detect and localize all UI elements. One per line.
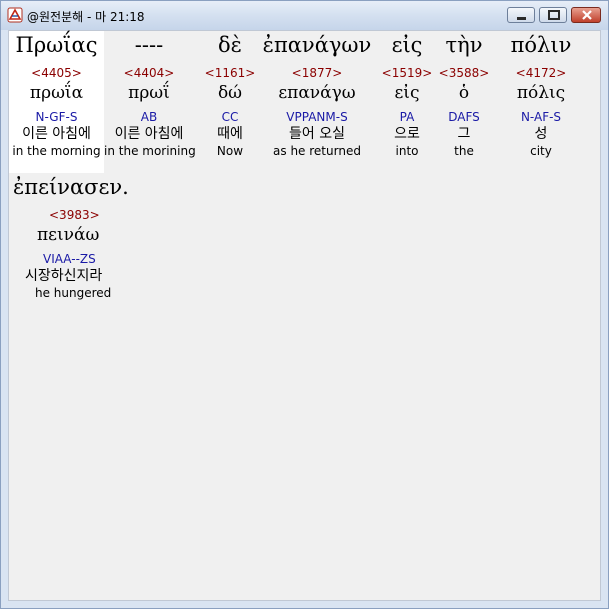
lemma: επανάγω — [278, 83, 356, 103]
parsing-code: AB — [140, 110, 158, 124]
lemma: δώ — [217, 83, 243, 103]
greek-word: ἐπείνασεν. — [13, 175, 129, 199]
strong-number[interactable]: <1519> — [379, 65, 435, 81]
english-gloss: Now — [216, 144, 244, 158]
strong-number[interactable]: <3983> — [9, 207, 131, 223]
greek-word: τὴν — [445, 33, 483, 57]
greek-word: Πρωΐας — [15, 33, 98, 57]
greek-word: ἐπανάγων — [262, 33, 372, 57]
lemma: πεινάω — [37, 225, 100, 245]
lemma: πρωΐα — [29, 83, 84, 103]
word-card[interactable]: ἐπανάγων <1877> επανάγω VPPANM-S 들어 오실 a… — [259, 31, 375, 173]
korean-gloss: 이른 아침에 — [114, 126, 184, 142]
english-gloss: as he returned — [273, 144, 361, 158]
lemma: πρωΐ — [128, 83, 170, 103]
word-card[interactable]: ἐπείνασεν. <3983> πεινάω VIAA--ZS 시장하신지라… — [9, 173, 131, 315]
korean-gloss: 이른 아침에 — [22, 126, 91, 142]
word-card[interactable]: Πρωΐας <4405> πρωΐα N-GF-S 이른 아침에 in the… — [9, 31, 104, 173]
greek-word: πόλιν — [510, 33, 572, 57]
lemma: ὁ — [458, 83, 470, 103]
word-card[interactable]: δὲ <1161> δώ CC 때에 Now — [202, 31, 258, 173]
close-button[interactable] — [571, 7, 601, 23]
maximize-button[interactable] — [539, 7, 567, 23]
minimize-button[interactable] — [507, 7, 535, 23]
word-card[interactable]: ---- <4404> πρωΐ AB 이른 아침에 in the morini… — [104, 31, 196, 173]
analysis-panel: Πρωΐας <4405> πρωΐα N-GF-S 이른 아침에 in the… — [8, 30, 601, 601]
parsing-code: VPPANM-S — [286, 110, 348, 124]
strong-number[interactable]: <1161> — [202, 65, 258, 81]
lemma: πόλις — [516, 83, 566, 103]
korean-gloss: 으로 — [394, 126, 420, 142]
strong-number[interactable]: <4405> — [9, 65, 104, 81]
english-gloss: city — [530, 144, 552, 158]
maximize-icon — [548, 10, 560, 20]
lemma: εἰς — [394, 83, 420, 103]
word-card[interactable]: εἰς <1519> εἰς PA 으로 into — [379, 31, 435, 173]
parsing-code: CC — [221, 110, 239, 124]
word-card[interactable]: τὴν <3588> ὁ DAFS 그 the — [436, 31, 492, 173]
strong-number[interactable]: <1877> — [259, 65, 375, 81]
english-gloss: in the morning — [12, 144, 101, 158]
korean-gloss: 성 — [534, 126, 548, 142]
close-icon — [582, 10, 592, 20]
english-gloss: the — [454, 144, 474, 158]
strong-number[interactable]: <3588> — [436, 65, 492, 81]
parsing-code: N-GF-S — [35, 110, 78, 124]
greek-word: ---- — [134, 33, 164, 57]
english-gloss: he hungered — [35, 286, 112, 300]
korean-gloss: 그 — [457, 126, 471, 142]
english-gloss: in the morining — [104, 144, 196, 158]
strong-number[interactable]: <4404> — [104, 65, 194, 81]
greek-word: εἰς — [391, 33, 423, 57]
greek-word: δὲ — [218, 33, 242, 57]
parsing-code: N-AF-S — [520, 110, 562, 124]
parsing-code: PA — [399, 110, 415, 124]
korean-gloss: 들어 오실 — [289, 126, 345, 142]
korean-gloss: 시장하신지라 — [25, 268, 103, 284]
minimize-icon — [517, 17, 526, 20]
app-icon — [7, 7, 23, 23]
strong-number[interactable]: <4172> — [501, 65, 581, 81]
parsing-code: DAFS — [448, 110, 480, 124]
korean-gloss: 때에 — [217, 126, 243, 142]
window-title: @원전분해 - 마 21:18 — [27, 10, 145, 24]
parsing-code: VIAA--ZS — [43, 252, 96, 266]
english-gloss: into — [395, 144, 419, 158]
title-bar[interactable]: @원전분해 - 마 21:18 — [1, 1, 608, 30]
word-card[interactable]: πόλιν <4172> πόλις N-AF-S 성 city — [501, 31, 581, 173]
app-window: @원전분해 - 마 21:18 Πρωΐας <4405> πρωΐα N-GF… — [0, 0, 609, 609]
